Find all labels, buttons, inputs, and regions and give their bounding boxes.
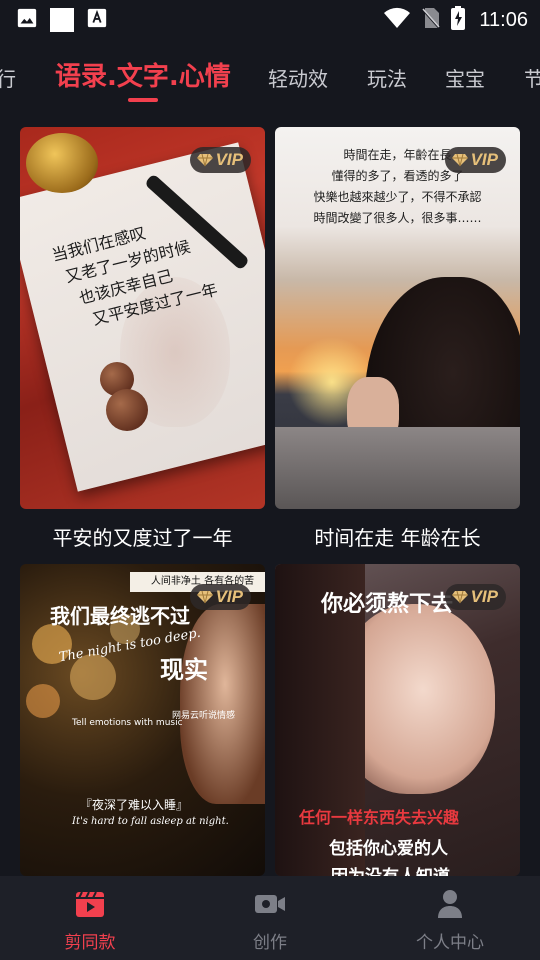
nav-create[interactable]: 创作 — [180, 876, 360, 960]
tab-partial-left[interactable]: 行 — [0, 56, 16, 102]
vip-badge: VIP — [189, 584, 251, 610]
brass-burner — [26, 133, 98, 193]
bottom-navigation: 剪同款 创作 个人中心 — [0, 876, 540, 960]
quote-headline: 你必须熬下去 — [321, 591, 454, 617]
template-card[interactable]: 你必须熬下去 任何一样东西失去兴趣 包括你心爱的人 因为没有人知道 VIP — [275, 564, 520, 876]
diamond-icon — [451, 590, 468, 604]
template-card[interactable]: 当我们在感叹 又老了一岁的时候 也该庆幸自己 又平安度过了一年 VIP 平安的又… — [20, 127, 265, 553]
template-title: 时间在走 年龄在长 — [314, 526, 481, 550]
vip-label: VIP — [470, 587, 498, 606]
night-quote-english: It's hard to fall asleep at night. — [72, 816, 229, 827]
tab-quotes-text-mood[interactable]: 语录.文字.心情 — [55, 56, 231, 100]
nav-cut-same-style[interactable]: 剪同款 — [0, 876, 180, 960]
video-camera-icon — [254, 888, 286, 920]
nav-label: 剪同款 — [64, 933, 116, 953]
vip-label: VIP — [215, 150, 243, 169]
person-icon — [436, 888, 464, 920]
bokeh-light — [26, 684, 60, 718]
clapperboard-play-icon — [75, 888, 105, 920]
battery-charging-icon — [451, 6, 466, 34]
caption-line: 快樂也越來越少了，不得不承認 — [313, 190, 482, 204]
active-tab-indicator — [128, 98, 158, 102]
vip-badge: VIP — [189, 147, 251, 173]
vip-label: VIP — [470, 150, 498, 169]
category-tabs: 行 语录.文字.心情 轻动效 玩法 宝宝 节 — [0, 56, 540, 106]
tab-baby[interactable]: 宝宝 — [445, 56, 485, 102]
quote-line: 因为没有人知道 — [331, 862, 450, 876]
tab-gameplay[interactable]: 玩法 — [367, 56, 407, 102]
image-icon — [16, 7, 38, 33]
template-thumbnail[interactable]: 時間在走，年齡在長 懂得的多了，看透的多了 快樂也越來越少了，不得不承認 時間改… — [275, 127, 520, 509]
vip-badge: VIP — [444, 147, 506, 173]
clock: 11:06 — [479, 8, 528, 31]
template-thumbnail[interactable]: 你必须熬下去 任何一样东西失去兴趣 包括你心爱的人 因为没有人知道 VIP — [275, 564, 520, 876]
tab-light-effects[interactable]: 轻动效 — [268, 56, 328, 102]
vip-badge: VIP — [444, 584, 506, 610]
quote-emphasis: 现实 — [160, 655, 208, 684]
quote-line: 包括你心爱的人 — [329, 839, 448, 859]
nav-label: 创作 — [253, 933, 287, 953]
font-download-icon — [86, 7, 108, 33]
caption-line: 時間改變了很多人，很多事…… — [313, 211, 482, 225]
template-thumbnail[interactable]: 当我们在感叹 又老了一岁的时候 也该庆幸自己 又平安度过了一年 VIP — [20, 127, 265, 509]
template-card[interactable]: 人间非净土 各有各的苦 我们最终逃不过 The night is too dee… — [20, 564, 265, 876]
blank-notification-icon — [50, 8, 74, 32]
credit-caption: 网易云听说情感 — [172, 711, 236, 721]
diamond-icon — [451, 153, 468, 167]
night-quote: 『夜深了难以入睡』 — [80, 798, 189, 812]
template-card[interactable]: 時間在走，年齡在長 懂得的多了，看透的多了 快樂也越來越少了，不得不承認 時間改… — [275, 127, 520, 553]
vip-label: VIP — [215, 587, 243, 606]
quote-headline: 我们最终逃不过 — [50, 604, 190, 628]
sweater — [275, 427, 520, 509]
diamond-icon — [196, 153, 213, 167]
status-bar: 11:06 — [0, 0, 540, 38]
template-thumbnail[interactable]: 人间非净土 各有各的苦 我们最终逃不过 The night is too dee… — [20, 564, 265, 876]
music-caption: Tell emotions with music — [72, 718, 183, 728]
template-title: 平安的又度过了一年 — [52, 526, 233, 550]
gourd-bead-large — [106, 389, 148, 431]
tab-partial-right[interactable]: 节 — [524, 56, 540, 102]
nav-label: 个人中心 — [416, 933, 484, 953]
diamond-icon — [196, 590, 213, 604]
quote-line-red: 任何一样东西失去兴趣 — [299, 808, 460, 827]
nav-personal-center[interactable]: 个人中心 — [360, 876, 540, 960]
wifi-icon — [383, 7, 411, 33]
no-sim-icon — [421, 6, 441, 34]
